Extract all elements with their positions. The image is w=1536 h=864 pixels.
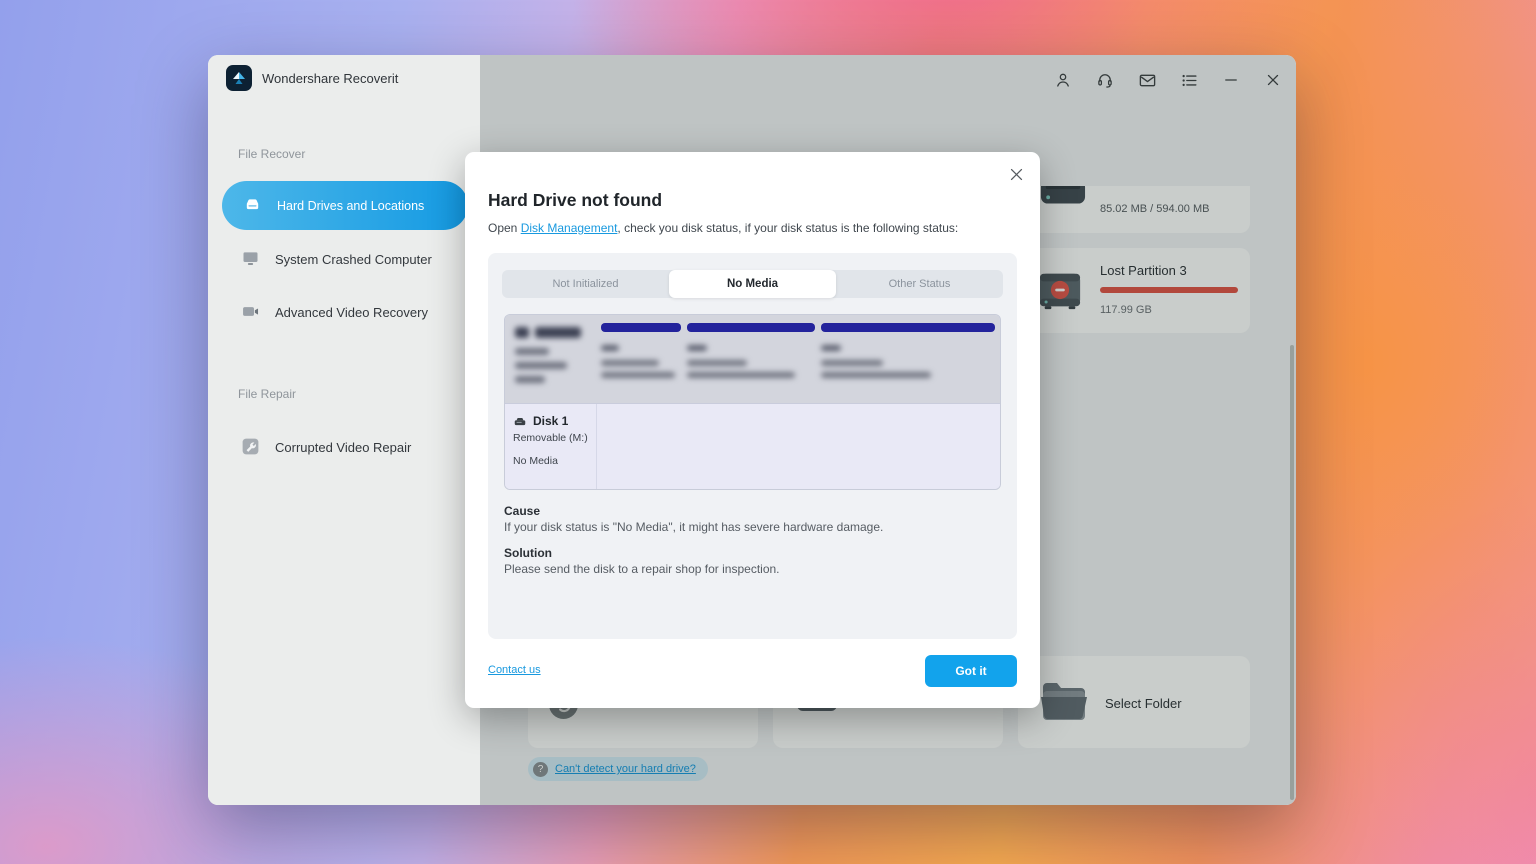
app-brand: Wondershare Recoverit	[226, 65, 398, 91]
got-it-button[interactable]: Got it	[925, 655, 1017, 687]
app-title: Wondershare Recoverit	[262, 71, 398, 86]
description-text: , check you disk status, if your disk st…	[617, 221, 958, 235]
disk-list: Disk 1 Removable (M:) No Media	[504, 314, 1001, 490]
video-repair-icon	[240, 436, 261, 457]
dialog-title: Hard Drive not found	[488, 190, 662, 211]
computer-icon	[240, 248, 261, 269]
disk0-row-blurred	[505, 315, 1000, 403]
tab-no-media[interactable]: No Media	[669, 270, 836, 298]
disk1-name: Disk 1	[533, 414, 568, 428]
hard-drive-icon	[242, 195, 263, 216]
disk1-info: Disk 1 Removable (M:) No Media	[505, 404, 597, 490]
partition-bar	[601, 323, 681, 332]
sidebar-item-corrupted-video-repair[interactable]: Corrupted Video Repair	[240, 436, 411, 457]
disk-icon	[513, 415, 527, 427]
disk1-type: Removable (M:)	[513, 432, 588, 444]
partition-bar	[821, 323, 995, 332]
sidebar-item-hard-drives-and-locations[interactable]: Hard Drives and Locations	[222, 181, 468, 230]
video-camera-icon	[240, 301, 261, 322]
description-text: Open	[488, 221, 521, 235]
tab-not-initialized[interactable]: Not Initialized	[502, 270, 669, 298]
cause-heading: Cause	[504, 504, 540, 518]
dialog-close-icon[interactable]	[1004, 162, 1028, 186]
solution-text: Please send the disk to a repair shop fo…	[504, 562, 780, 576]
sidebar-item-label: Hard Drives and Locations	[277, 199, 424, 213]
disk-status-panel: Not Initialized No Media Other Status	[488, 253, 1017, 639]
disk-management-link[interactable]: Disk Management	[521, 221, 618, 235]
disk1-row[interactable]: Disk 1 Removable (M:) No Media	[505, 403, 1000, 490]
desktop-wallpaper: Wondershare Recoverit File Recover Hard …	[0, 0, 1536, 864]
partition-bar	[687, 323, 815, 332]
cause-text: If your disk status is "No Media", it mi…	[504, 520, 883, 534]
sidebar-item-label: System Crashed Computer	[275, 251, 432, 267]
sidebar-item-system-crashed-computer[interactable]: System Crashed Computer	[240, 248, 432, 269]
disk1-status: No Media	[513, 455, 588, 467]
hard-drive-not-found-dialog: Hard Drive not found Open Disk Managemen…	[465, 152, 1040, 708]
tab-other-status[interactable]: Other Status	[836, 270, 1003, 298]
status-tabbar: Not Initialized No Media Other Status	[502, 270, 1003, 298]
sidebar-item-label: Advanced Video Recovery	[275, 304, 428, 320]
app-window: Wondershare Recoverit File Recover Hard …	[208, 55, 1296, 805]
sidebar-section-file-repair: File Repair	[238, 387, 296, 401]
contact-us-link[interactable]: Contact us	[488, 664, 541, 676]
solution-heading: Solution	[504, 546, 552, 560]
sidebar-section-file-recover: File Recover	[238, 147, 305, 161]
dialog-description: Open Disk Management, check you disk sta…	[488, 221, 1013, 235]
sidebar-item-label: Corrupted Video Repair	[275, 439, 411, 455]
sidebar-item-advanced-video-recovery[interactable]: Advanced Video Recovery	[240, 301, 428, 322]
app-logo-icon	[226, 65, 252, 91]
sidebar: Wondershare Recoverit File Recover Hard …	[208, 55, 480, 805]
